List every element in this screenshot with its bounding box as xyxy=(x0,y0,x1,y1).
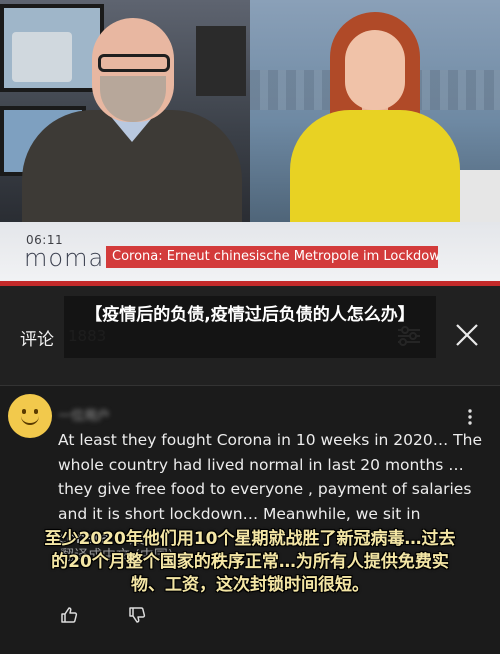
header-divider xyxy=(0,385,500,386)
comment-author[interactable]: 一位用户 xyxy=(58,405,110,424)
close-icon[interactable] xyxy=(454,322,480,348)
comments-title: 评论 xyxy=(20,330,54,350)
more-options-icon[interactable] xyxy=(466,408,474,426)
thumbs-down-icon[interactable] xyxy=(128,606,146,624)
channel-logo: moma xyxy=(24,244,105,272)
guest-person xyxy=(22,10,242,222)
presenter-person xyxy=(290,10,460,222)
avatar[interactable] xyxy=(8,394,52,438)
article-title-overlay: 【疫情后的负债,疫情过后负债的人怎么办】 xyxy=(64,296,436,358)
thumbs-up-icon[interactable] xyxy=(60,606,78,624)
translation-subtitle: 至少2020年他们用10个星期就战胜了新冠病毒…过去的20个月整个国家的秩序正常… xyxy=(44,529,456,595)
news-headline-banner: Corona: Erneut chinesische Metropole im … xyxy=(106,246,438,268)
video-player[interactable]: 06:11 moma Corona: Erneut chinesische Me… xyxy=(0,0,500,286)
